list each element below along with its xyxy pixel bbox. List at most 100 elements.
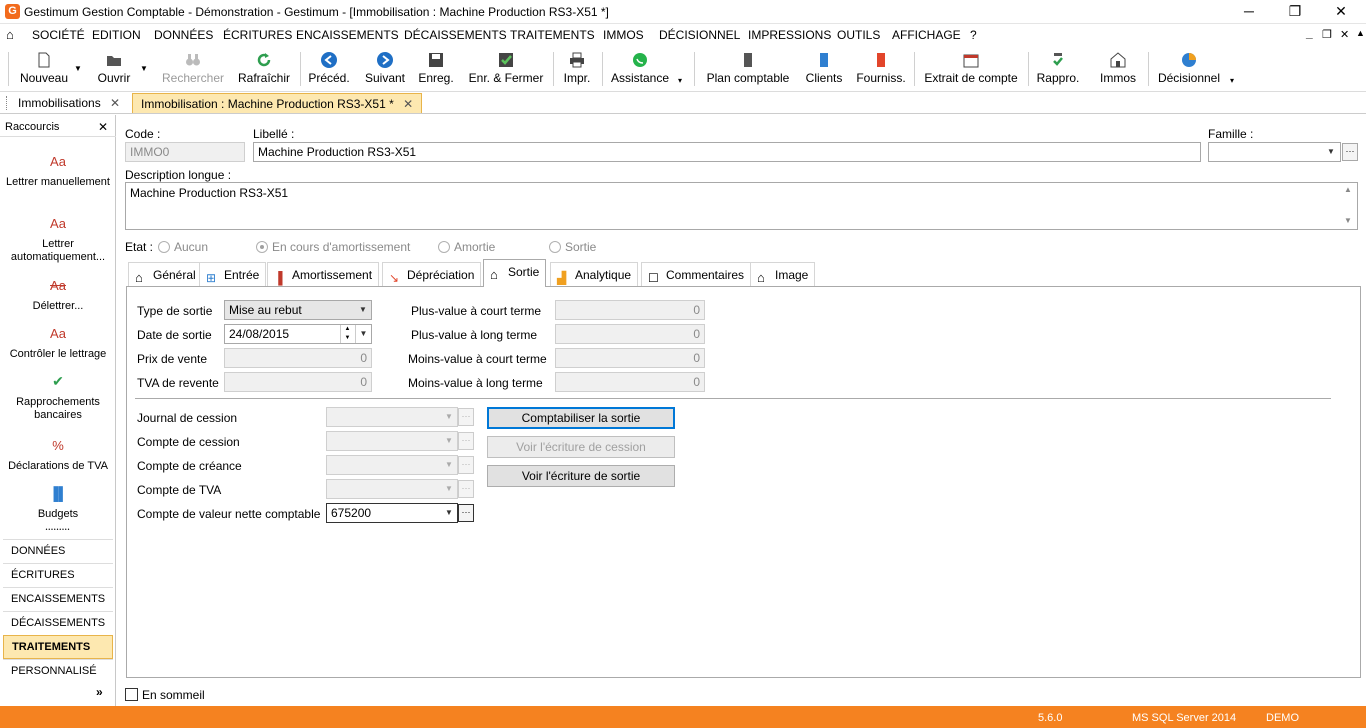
scroll-up-icon[interactable]: ▲	[1344, 185, 1352, 194]
menu-immos[interactable]: IMMOS	[603, 28, 644, 42]
compte-vnc-dropdown-icon[interactable]: ▼	[441, 504, 457, 522]
comptabiliser-sortie-button[interactable]: Comptabiliser la sortie	[487, 407, 675, 429]
shortcut-rapprochements[interactable]: ✔ Rapprochements bancaires	[0, 374, 116, 422]
compte-vnc-browse-button[interactable]: ···	[458, 504, 474, 522]
close-button[interactable]: ✕	[1318, 0, 1364, 24]
sidebar-more-icon[interactable]: »	[96, 685, 103, 699]
menu-edition[interactable]: EDITION	[92, 28, 141, 42]
immos-button[interactable]: Immos	[1094, 50, 1142, 90]
scroll-down-icon[interactable]: ▼	[1344, 216, 1352, 225]
etat-radio-aucun[interactable]: Aucun	[158, 240, 208, 254]
etat-radio-sortie[interactable]: Sortie	[549, 240, 596, 254]
menu-ecritures[interactable]: ÉCRITURES	[223, 28, 292, 42]
open-button[interactable]: Ouvrir	[88, 50, 140, 90]
tab-amortissement[interactable]: ▐ Amortissement	[267, 262, 380, 286]
shortcut-controler-lettrage[interactable]: Aa Contrôler le lettrage	[0, 327, 116, 361]
toolbar-overflow-icon-2[interactable]: ▾	[1230, 76, 1234, 85]
tab-image[interactable]: ⌂ Image	[750, 262, 816, 286]
menu-traitements[interactable]: TRAITEMENTS	[510, 28, 595, 42]
close-icon[interactable]: ✕	[110, 96, 120, 110]
compte-creance-dropdown-icon[interactable]: ▼	[441, 456, 457, 474]
maximize-button[interactable]: ❐	[1272, 0, 1318, 24]
mdi-restore-button[interactable]: ❐	[1322, 28, 1332, 41]
sidebar-section-decaissements[interactable]: DÉCAISSEMENTS	[3, 611, 113, 635]
pv-court-field[interactable]: 0	[555, 300, 705, 320]
clients-button[interactable]: Clients	[802, 50, 846, 90]
sidebar-section-ecritures[interactable]: ÉCRITURES	[3, 563, 113, 587]
journal-browse-button[interactable]: ···	[458, 408, 474, 426]
journal-cession-select[interactable]	[326, 407, 458, 427]
tab-entree[interactable]: ⊞ Entrée	[199, 262, 267, 286]
menu-scroll-up-icon[interactable]: ▲	[1356, 28, 1365, 38]
menu-donnees[interactable]: DONNÉES	[154, 28, 213, 42]
menu-outils[interactable]: OUTILS	[837, 28, 880, 42]
doc-tab-immobilisations[interactable]: Immobilisations ✕	[10, 93, 128, 113]
menu-affichage[interactable]: AFFICHAGE	[892, 28, 961, 42]
account-extract-button[interactable]: Extrait de compte	[922, 50, 1020, 90]
date-spinner-icon[interactable]: ▲ ▼	[340, 325, 354, 343]
famille-dropdown-icon[interactable]: ▼	[1323, 143, 1339, 161]
new-button[interactable]: Nouveau	[14, 50, 74, 90]
next-button[interactable]: Suivant	[360, 50, 410, 90]
etat-radio-amortie[interactable]: Amortie	[438, 240, 495, 254]
sidebar-section-personnalise[interactable]: PERSONNALISÉ	[3, 659, 113, 683]
save-button[interactable]: Enreg.	[416, 50, 456, 90]
menu-help[interactable]: ?	[970, 28, 977, 42]
famille-select[interactable]	[1208, 142, 1341, 162]
sidebar-section-encaissements[interactable]: ENCAISSEMENTS	[3, 587, 113, 611]
prix-vente-field[interactable]: 0	[224, 348, 372, 368]
chart-of-accounts-button[interactable]: Plan comptable	[704, 50, 792, 90]
suppliers-button[interactable]: Fourniss.	[854, 50, 908, 90]
compte-creance-browse-button[interactable]: ···	[458, 456, 474, 474]
open-dropdown-icon[interactable]: ▼	[140, 64, 148, 73]
reconciliation-button[interactable]: Rappro.	[1034, 50, 1082, 90]
voir-ecriture-sortie-button[interactable]: Voir l'écriture de sortie	[487, 465, 675, 487]
description-textarea[interactable]: Machine Production RS3-X51	[125, 182, 1358, 230]
menu-encaissements[interactable]: ENCAISSEMENTS	[296, 28, 399, 42]
compte-tva-select[interactable]	[326, 479, 458, 499]
tab-depreciation[interactable]: ↘ Dépréciation	[382, 262, 482, 286]
sidebar-section-donnees[interactable]: DONNÉES	[3, 539, 113, 563]
type-sortie-dropdown-icon[interactable]: ▼	[355, 301, 371, 319]
code-field[interactable]: IMMO0	[125, 142, 245, 162]
menu-decaissements[interactable]: DÉCAISSEMENTS	[404, 28, 507, 42]
decision-button[interactable]: Décisionnel	[1154, 50, 1224, 90]
sidebar-splitter[interactable]: •••••••••	[0, 527, 116, 533]
shortcut-lettrer-auto[interactable]: Aa Lettrer automatiquement...	[0, 217, 116, 264]
sidebar-section-traitements[interactable]: TRAITEMENTS	[3, 635, 113, 659]
libelle-field[interactable]: Machine Production RS3-X51	[253, 142, 1201, 162]
compte-creance-select[interactable]	[326, 455, 458, 475]
refresh-button[interactable]: Rafraîchir	[234, 50, 294, 90]
compte-cession-select[interactable]	[326, 431, 458, 451]
tab-analytique[interactable]: ▟ Analytique	[550, 262, 639, 286]
compte-cession-browse-button[interactable]: ···	[458, 432, 474, 450]
tab-commentaires[interactable]: ☐ Commentaires	[641, 262, 752, 286]
close-icon[interactable]: ✕	[403, 97, 413, 111]
tab-sortie[interactable]: ⌂ Sortie	[483, 259, 547, 287]
tva-revente-field[interactable]: 0	[224, 372, 372, 392]
close-icon[interactable]: ✕	[98, 120, 108, 134]
voir-ecriture-cession-button[interactable]: Voir l'écriture de cession	[487, 436, 675, 458]
famille-browse-button[interactable]: ···	[1342, 143, 1358, 161]
compte-tva-dropdown-icon[interactable]: ▼	[441, 480, 457, 498]
mdi-minimize-button[interactable]: _	[1306, 26, 1313, 40]
new-dropdown-icon[interactable]: ▼	[74, 64, 82, 73]
mdi-close-button[interactable]: ✕	[1340, 28, 1349, 41]
assistance-button[interactable]: Assistance	[608, 50, 672, 90]
home-icon[interactable]: ⌂	[6, 27, 14, 42]
doc-tab-machine[interactable]: Immobilisation : Machine Production RS3-…	[132, 93, 423, 113]
shortcut-delettrer[interactable]: Aa Délettrer...	[0, 279, 116, 313]
tab-general[interactable]: ⌂ Général	[128, 262, 203, 286]
save-close-button[interactable]: Enr. & Fermer	[466, 50, 546, 90]
compte-cession-dropdown-icon[interactable]: ▼	[441, 432, 457, 450]
toolbar-overflow-icon[interactable]: ▾	[678, 76, 682, 85]
mv-court-field[interactable]: 0	[555, 348, 705, 368]
compte-vnc-select[interactable]: 675200	[326, 503, 458, 523]
minimize-button[interactable]: ─	[1226, 0, 1272, 24]
type-sortie-select[interactable]: Mise au rebut	[224, 300, 372, 320]
mv-long-field[interactable]: 0	[555, 372, 705, 392]
shortcut-lettrer-manuellement[interactable]: Aa Lettrer manuellement	[0, 155, 116, 189]
menu-impressions[interactable]: IMPRESSIONS	[748, 28, 831, 42]
pv-long-field[interactable]: 0	[555, 324, 705, 344]
menu-societe[interactable]: SOCIÉTÉ	[32, 28, 85, 42]
